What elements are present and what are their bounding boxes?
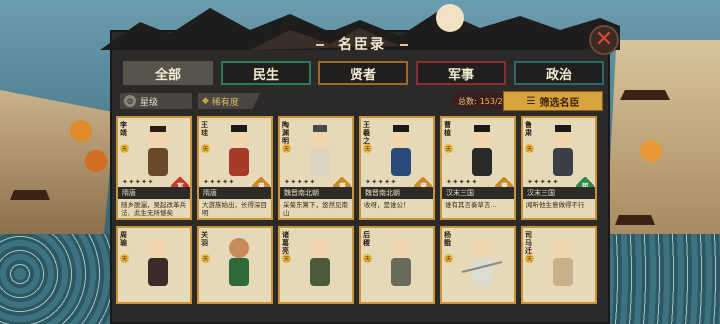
rating-gems: ✦✦✦✦✦ bbox=[284, 178, 316, 186]
minister-card[interactable]: 关羽 天 bbox=[197, 226, 273, 304]
minister-name: 李靖 bbox=[120, 121, 127, 137]
minister-name: 曹植 bbox=[444, 121, 451, 137]
minister-era: 魏晋南北朝 bbox=[280, 187, 352, 199]
rating-gems: ✦✦✦✦✦ bbox=[446, 178, 478, 186]
minister-name: 周瑜 bbox=[120, 231, 127, 247]
gear-icon: ⚙ bbox=[124, 95, 136, 107]
minister-era: 魏晋南北朝 bbox=[361, 187, 433, 199]
minister-card[interactable]: 李靖 天 ✦✦✦✦✦ 军 隋唐 随乡脱漏，吴起改革兵法、此生无所憾矣 bbox=[116, 116, 192, 220]
minister-portrait bbox=[229, 125, 249, 176]
minister-quote: 采菊东篱下，悠然见南山 bbox=[283, 201, 348, 217]
close-icon: ✕ bbox=[594, 27, 614, 52]
tab-politics[interactable]: 政治 bbox=[514, 61, 604, 85]
rarity-star-icon: 天 bbox=[525, 254, 534, 263]
minister-card[interactable]: 后稷 天 bbox=[359, 226, 435, 304]
rarity-star-icon: 天 bbox=[120, 254, 129, 263]
minister-portrait bbox=[229, 238, 249, 286]
pavilion-roof-icon bbox=[10, 190, 50, 200]
rarity-star-icon: 天 bbox=[363, 254, 372, 263]
minister-portrait bbox=[391, 238, 411, 286]
minister-portrait bbox=[310, 238, 330, 286]
minister-card[interactable]: 诸葛亮 天 bbox=[278, 226, 354, 304]
minister-portrait bbox=[148, 126, 168, 176]
minister-card[interactable]: 杨戬 天 bbox=[440, 226, 516, 304]
rarity-star-icon: 天 bbox=[282, 254, 291, 263]
rarity-star-icon: 天 bbox=[282, 144, 291, 153]
autumn-tree-icon bbox=[85, 150, 107, 172]
minister-portrait bbox=[472, 125, 492, 176]
minister-portrait bbox=[148, 238, 168, 286]
page-title-bar: 名臣录 bbox=[316, 35, 408, 55]
rarity-sort-dropdown[interactable]: ◆ 稀有度 bbox=[198, 93, 260, 109]
rarity-star-icon: 天 bbox=[201, 254, 210, 263]
rarity-star-icon: 天 bbox=[120, 144, 129, 153]
filter-icon: ☰ bbox=[526, 95, 536, 107]
minister-name: 司马迁 bbox=[525, 231, 532, 255]
pavilion-roof-icon bbox=[620, 90, 670, 100]
minister-card[interactable]: 司马迁 天 bbox=[521, 226, 597, 304]
minister-name: 诸葛亮 bbox=[282, 231, 289, 255]
minister-name: 杨戬 bbox=[444, 231, 451, 247]
page-title: 名臣录 bbox=[338, 37, 386, 53]
minister-card[interactable]: 鲁肃 天 ✦✦✦✦✦ 民 汉末三国 闻听他生意做得不行 bbox=[521, 116, 597, 220]
sort-icon: ◆ bbox=[202, 96, 209, 106]
minister-era: 汉末三国 bbox=[442, 187, 514, 199]
rating-gems: ✦✦✦✦✦ bbox=[203, 178, 235, 186]
filter-bar: ⚙ 星级 ◆ 稀有度 总数: 153/262 ☰ 筛选名臣 bbox=[120, 91, 603, 111]
minister-name: 关羽 bbox=[201, 231, 208, 247]
minister-quote: 收呀，是谁公！ bbox=[364, 201, 410, 209]
minister-card[interactable]: 陶渊明 天 ✦✦✦✦✦ 贤 魏晋南北朝 采菊东篱下，悠然见南山 bbox=[278, 116, 354, 220]
minister-card[interactable]: 王羲之 天 ✦✦✦✦✦ 贤 魏晋南北朝 收呀，是谁公！ bbox=[359, 116, 435, 220]
minister-quote: 谁有其言奏草言... bbox=[445, 201, 497, 209]
pavilion-roof-icon bbox=[615, 215, 655, 225]
tab-sage[interactable]: 贤者 bbox=[318, 61, 408, 85]
minister-card[interactable]: 王珪 天 ✦✦✦✦✦ 贤 隋唐 大游族始出，长得深目明 bbox=[197, 116, 273, 220]
minister-portrait bbox=[310, 125, 330, 176]
rarity-star-icon: 天 bbox=[363, 144, 372, 153]
minister-name: 后稷 bbox=[363, 231, 370, 247]
minister-era: 隋唐 bbox=[199, 187, 271, 199]
minister-portrait bbox=[553, 125, 573, 176]
close-button[interactable]: ✕ bbox=[589, 25, 619, 55]
minister-name: 鲁肃 bbox=[525, 121, 532, 137]
minister-name: 王羲之 bbox=[363, 121, 370, 145]
filter-ministers-button[interactable]: ☰ 筛选名臣 bbox=[503, 91, 603, 111]
minister-portrait bbox=[391, 125, 411, 176]
tab-all[interactable]: 全部 bbox=[123, 61, 213, 85]
minister-era: 隋唐 bbox=[118, 187, 190, 199]
tab-military[interactable]: 军事 bbox=[416, 61, 506, 85]
rarity-star-icon: 天 bbox=[201, 144, 210, 153]
rarity-star-icon: 天 bbox=[444, 254, 453, 263]
minister-name: 王珪 bbox=[201, 121, 208, 137]
autumn-tree-icon bbox=[70, 120, 92, 142]
rating-gems: ✦✦✦✦✦ bbox=[527, 178, 559, 186]
minister-name: 陶渊明 bbox=[282, 121, 289, 145]
minister-card[interactable]: 周瑜 天 bbox=[116, 226, 192, 304]
tab-livelihood[interactable]: 民生 bbox=[221, 61, 311, 85]
minister-card[interactable]: 曹植 天 ✦✦✦✦✦ 贤 汉末三国 谁有其言奏草言... bbox=[440, 116, 516, 220]
minister-portrait bbox=[461, 238, 503, 286]
star-level-dropdown[interactable]: ⚙ 星级 bbox=[120, 93, 192, 109]
minister-portrait bbox=[553, 238, 573, 286]
minister-quote: 随乡脱漏，吴起改革兵法、此生无所憾矣 bbox=[121, 201, 186, 217]
rarity-star-icon: 天 bbox=[525, 144, 534, 153]
minister-quote: 闻听他生意做得不行 bbox=[526, 201, 585, 209]
rating-gems: ✦✦✦✦✦ bbox=[365, 178, 397, 186]
minister-era: 汉末三国 bbox=[523, 187, 595, 199]
minister-quote: 大游族始出，长得深目明 bbox=[202, 201, 267, 217]
autumn-tree-icon bbox=[640, 140, 662, 162]
rating-gems: ✦✦✦✦✦ bbox=[122, 178, 154, 186]
rarity-star-icon: 天 bbox=[444, 144, 453, 153]
